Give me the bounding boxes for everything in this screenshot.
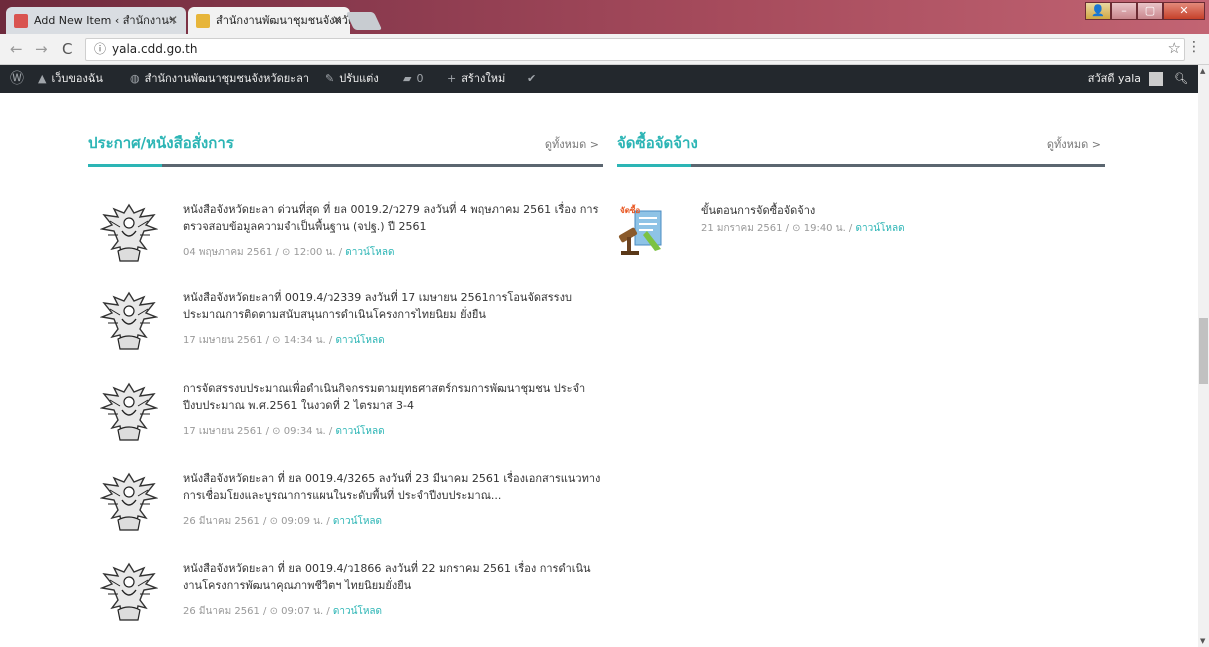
my-account-menu[interactable]: สวัสดี yala 🔍︎ (1088, 65, 1188, 93)
close-window-button[interactable]: ✕ (1163, 2, 1205, 20)
wordpress-logo-icon[interactable]: Ⓦ (10, 65, 29, 94)
announcements-see-all-link[interactable]: ดูทั้งหมด > (545, 135, 599, 153)
download-link[interactable]: ดาวน์โหลด (855, 223, 904, 234)
minimize-button[interactable]: – (1111, 2, 1137, 20)
page-content: ประกาศ/หนังสือสั่งการ ดูทั้งหมด > หนังสื… (0, 93, 1198, 647)
download-link[interactable]: ดาวน์โหลด (335, 426, 384, 437)
comments-menu[interactable]: ▰ 0 (403, 65, 423, 93)
next-section-heading (100, 641, 105, 647)
site-name-label: สำนักงานพัฒนาชุมชนจังหวัดยะลา (144, 72, 309, 85)
list-item[interactable]: หนังสือจังหวัดยะลาที่ 0019.4/ว2339 ลงวัน… (100, 289, 605, 359)
my-sites-menu[interactable]: ▲ เว็บของฉัน (38, 65, 103, 93)
greeting-label: สวัสดี yala (1087, 72, 1142, 85)
menu-icon[interactable]: ⋮ (1187, 39, 1201, 55)
procurement-icon-text: จัดซื้อ (620, 204, 640, 215)
procurement-title: จัดซื้อจัดจ้าง (617, 134, 698, 152)
tab-add-new-item[interactable]: Add New Item ‹ สำนักงานฯ ✕ (6, 7, 186, 34)
announcement-meta: 26 มีนาคม 2561 / ⊙ 09:07 น. / ดาวน์โหลด (183, 604, 382, 619)
maximize-button[interactable]: ▢ (1137, 2, 1163, 20)
search-icon[interactable]: 🔍︎ (1174, 72, 1188, 85)
announcement-title[interactable]: หนังสือจังหวัดยะลา ด่วนที่สุด ที่ ยล 001… (183, 201, 603, 235)
announcement-meta: 04 พฤษภาคม 2561 / ⊙ 12:00 น. / ดาวน์โหลด (183, 245, 394, 260)
procurement-see-all-link[interactable]: ดูทั้งหมด > (1047, 135, 1101, 153)
page-scrollbar[interactable]: ▲ ▼ (1198, 65, 1209, 647)
garuda-emblem-icon (100, 472, 158, 531)
back-icon[interactable]: ← (10, 40, 23, 58)
procurement-header: จัดซื้อจัดจ้าง ดูทั้งหมด > (617, 131, 1105, 167)
comments-count: 0 (416, 72, 424, 85)
new-label: สร้างใหม่ (461, 72, 506, 85)
tab-site[interactable]: สำนักงานพัฒนาชุมชนจังหวัด ✕ (188, 7, 350, 34)
info-icon[interactable]: ⓘ (94, 42, 106, 56)
announcement-date: 26 มีนาคม 2561 / ⊙ 09:09 น. / (183, 516, 330, 527)
site-name-menu[interactable]: ◍ สำนักงานพัฒนาชุมชนจังหวัดยะลา (130, 65, 309, 93)
scroll-thumb[interactable] (1199, 318, 1208, 384)
list-item[interactable]: หนังสือจังหวัดยะลา ที่ ยล 0019.4/ว1866 ล… (100, 560, 605, 630)
my-sites-label: เว็บของฉัน (51, 72, 103, 85)
new-content-menu[interactable]: + สร้างใหม่ (447, 65, 505, 93)
tab-title: Add New Item ‹ สำนักงานฯ (34, 14, 176, 27)
announcement-date: 17 เมษายน 2561 / ⊙ 14:34 น. / (183, 335, 333, 346)
plus-icon: + (447, 72, 457, 85)
announcements-title: ประกาศ/หนังสือสั่งการ (88, 134, 234, 152)
announcement-meta: 17 เมษายน 2561 / ⊙ 14:34 น. / ดาวน์โหลด (183, 333, 385, 348)
garuda-emblem-icon (100, 562, 158, 621)
garuda-emblem-icon (100, 203, 158, 262)
yoast-icon[interactable]: ✔ (527, 65, 541, 93)
list-item[interactable]: หนังสือจังหวัดยะลา ด่วนที่สุด ที่ ยล 001… (100, 201, 605, 271)
avatar (1148, 72, 1163, 86)
garuda-emblem-icon (100, 291, 158, 350)
procurement-gavel-icon: จัดซื้อ (618, 204, 662, 255)
address-bar[interactable]: ⓘ yala.cdd.go.th (85, 38, 1185, 61)
url-text: yala.cdd.go.th (112, 42, 198, 56)
scroll-down-icon[interactable]: ▼ (1200, 637, 1205, 645)
user-icon[interactable]: 👤 (1085, 2, 1111, 20)
comment-icon: ▰ (403, 72, 412, 85)
close-tab-icon[interactable]: ✕ (168, 7, 178, 34)
accent-underline (617, 164, 691, 167)
procurement-item-date: 21 มกราคม 2561 / ⊙ 19:40 น. / (701, 223, 853, 234)
close-tab-icon[interactable]: ✕ (332, 7, 342, 34)
list-item[interactable]: จัดซื้อ ขั้นตอนการจัดซื้อจัดจ้าง 21 มกรา… (617, 201, 1097, 265)
new-tab-button[interactable] (345, 12, 383, 30)
announcement-meta: 17 เมษายน 2561 / ⊙ 09:34 น. / ดาวน์โหลด (183, 424, 385, 439)
announcement-title[interactable]: หนังสือจังหวัดยะลาที่ 0019.4/ว2339 ลงวัน… (183, 289, 603, 323)
list-item[interactable]: หนังสือจังหวัดยะลา ที่ ยล 0019.4/3265 ลง… (100, 470, 605, 540)
browser-toolbar: ← → C ⓘ yala.cdd.go.th ☆ ⋮ (0, 34, 1209, 65)
tab-title: สำนักงานพัฒนาชุมชนจังหวัด (216, 14, 350, 27)
announcements-header: ประกาศ/หนังสือสั่งการ ดูทั้งหมด > (88, 131, 603, 167)
forward-icon[interactable]: → (35, 40, 48, 58)
garuda-emblem-icon (100, 382, 158, 441)
procurement-item-title[interactable]: ขั้นตอนการจัดซื้อจัดจ้าง (701, 201, 815, 219)
window-controls: 👤 – ▢ ✕ (1085, 2, 1205, 20)
browser-titlebar: Add New Item ‹ สำนักงานฯ ✕ สำนักงานพัฒนา… (0, 0, 1209, 34)
announcement-date: 17 เมษายน 2561 / ⊙ 09:34 น. / (183, 426, 333, 437)
wp-admin-bar: Ⓦ ▲ เว็บของฉัน ◍ สำนักงานพัฒนาชุมชนจังหวัด… (0, 65, 1198, 93)
announcement-meta: 26 มีนาคม 2561 / ⊙ 09:09 น. / ดาวน์โหลด (183, 514, 382, 529)
scroll-up-icon[interactable]: ▲ (1200, 67, 1205, 75)
download-link[interactable]: ดาวน์โหลด (333, 516, 382, 527)
sites-icon: ▲ (38, 72, 47, 85)
dashboard-icon: ◍ (130, 72, 140, 85)
customize-label: ปรับแต่ง (339, 72, 379, 85)
announcement-date: 26 มีนาคม 2561 / ⊙ 09:07 น. / (183, 606, 330, 617)
wordpress-favicon-icon (14, 14, 28, 28)
announcement-title[interactable]: หนังสือจังหวัดยะลา ที่ ยล 0019.4/3265 ลง… (183, 470, 603, 504)
announcement-title[interactable]: หนังสือจังหวัดยะลา ที่ ยล 0019.4/ว1866 ล… (183, 560, 603, 594)
accent-underline (88, 164, 162, 167)
brush-icon: ✎ (325, 72, 335, 85)
bookmark-star-icon[interactable]: ☆ (1168, 39, 1181, 57)
lock-icon (196, 14, 210, 28)
download-link[interactable]: ดาวน์โหลด (333, 606, 382, 617)
procurement-item-meta: 21 มกราคม 2561 / ⊙ 19:40 น. / ดาวน์โหลด (701, 221, 905, 236)
list-item[interactable]: การจัดสรรงบประมาณเพื่อดำเนินกิจกรรมตามยุ… (100, 380, 605, 450)
reload-icon[interactable]: C (62, 40, 72, 58)
announcement-title[interactable]: การจัดสรรงบประมาณเพื่อดำเนินกิจกรรมตามยุ… (183, 380, 603, 414)
download-link[interactable]: ดาวน์โหลด (345, 247, 394, 258)
announcement-date: 04 พฤษภาคม 2561 / ⊙ 12:00 น. / (183, 247, 343, 258)
download-link[interactable]: ดาวน์โหลด (335, 335, 384, 346)
customize-menu[interactable]: ✎ ปรับแต่ง (325, 65, 379, 93)
